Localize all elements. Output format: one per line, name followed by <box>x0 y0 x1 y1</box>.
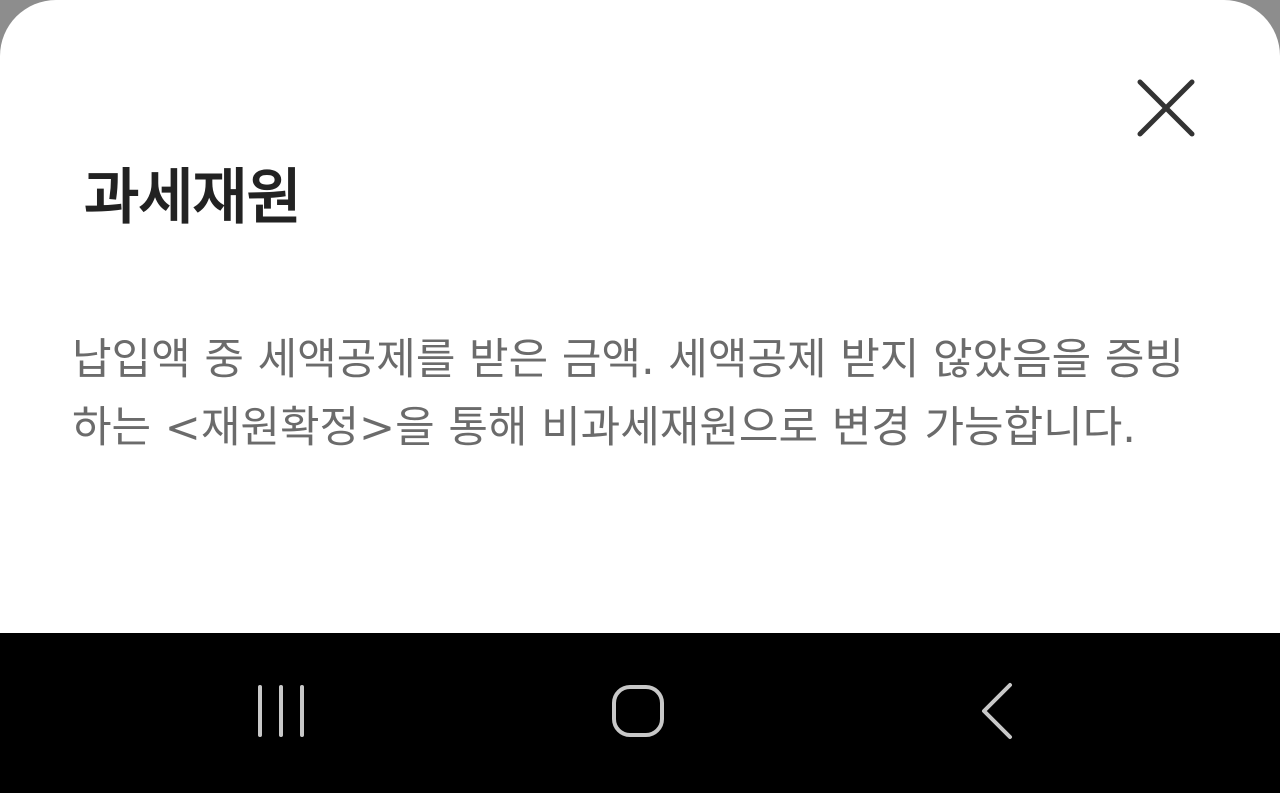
close-icon <box>1137 79 1195 137</box>
home-button[interactable] <box>598 673 678 753</box>
recent-apps-button[interactable] <box>241 673 321 753</box>
dialog-description: 납입액 중 세액공제를 받은 금액. 세액공제 받지 않았음을 증빙하는 <재원… <box>72 335 1185 453</box>
dialog-title: 과세재원 <box>84 163 302 233</box>
back-icon <box>982 683 1012 739</box>
close-button[interactable] <box>1130 72 1202 144</box>
back-button[interactable] <box>958 673 1038 753</box>
home-icon <box>612 685 664 737</box>
bottom-sheet-dialog: 과세재원 납입액 중 세액공제를 받은 금액. 세액공제 받지 않았음을 증빙하… <box>0 0 1280 633</box>
screen: 과세재원 납입액 중 세액공제를 받은 금액. 세액공제 받지 않았음을 증빙하… <box>0 0 1280 793</box>
system-navigation-bar <box>0 633 1280 793</box>
recent-apps-icon <box>258 685 304 737</box>
